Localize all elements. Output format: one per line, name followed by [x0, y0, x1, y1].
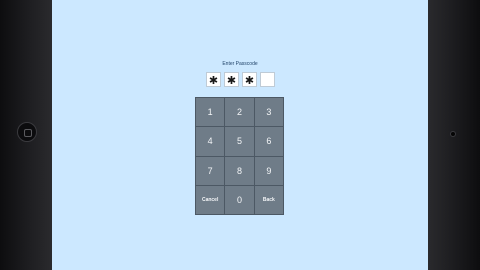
keypad: 1 2 3 4 5 6 7 8 9 Cancel 0 Back: [195, 97, 284, 215]
screen: Enter Passcode ✱ ✱ ✱ 1 2 3 4 5 6 7 8 9 C…: [52, 0, 428, 270]
key-8[interactable]: 8: [225, 156, 254, 185]
key-9[interactable]: 9: [254, 156, 283, 185]
key-2[interactable]: 2: [225, 98, 254, 127]
camera-icon: [450, 131, 456, 137]
passcode-digit-4: [260, 72, 275, 87]
passcode-prompt: Enter Passcode: [222, 61, 258, 67]
key-4[interactable]: 4: [196, 127, 225, 156]
key-1[interactable]: 1: [196, 98, 225, 127]
passcode-digit-2: ✱: [224, 72, 239, 87]
key-5[interactable]: 5: [225, 127, 254, 156]
back-button[interactable]: Back: [254, 185, 283, 214]
home-button[interactable]: [17, 122, 37, 142]
passcode-field: ✱ ✱ ✱: [206, 72, 275, 87]
cancel-button[interactable]: Cancel: [196, 185, 225, 214]
key-0[interactable]: 0: [225, 185, 254, 214]
key-3[interactable]: 3: [254, 98, 283, 127]
passcode-digit-3: ✱: [242, 72, 257, 87]
home-square-icon: [24, 129, 32, 137]
key-7[interactable]: 7: [196, 156, 225, 185]
key-6[interactable]: 6: [254, 127, 283, 156]
passcode-digit-1: ✱: [206, 72, 221, 87]
